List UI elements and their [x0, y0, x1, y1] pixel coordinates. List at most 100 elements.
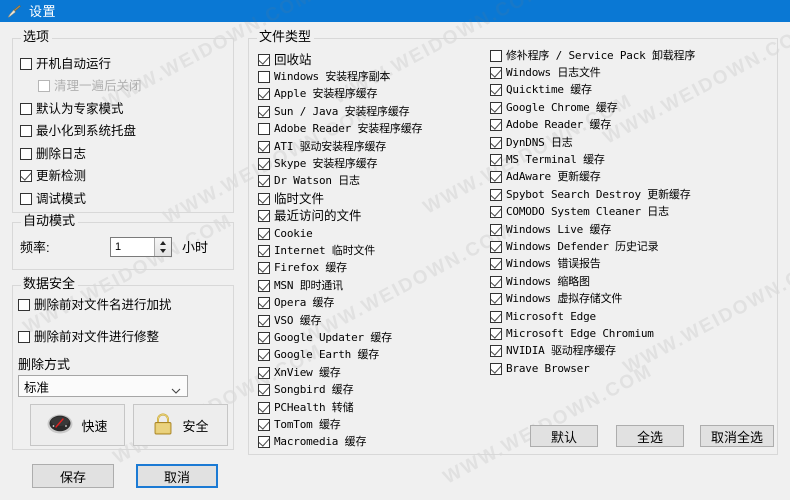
checkbox-item[interactable]: Internet 临时文件 — [258, 243, 375, 258]
checkbox-icon[interactable] — [258, 314, 270, 327]
checkbox-icon[interactable] — [258, 157, 270, 170]
checkbox-icon[interactable] — [20, 125, 32, 137]
checkbox-item[interactable]: 更新检测 — [20, 169, 86, 184]
checkbox-item[interactable]: 最小化到系统托盘 — [20, 124, 136, 139]
checkbox-icon[interactable] — [258, 331, 270, 344]
stepper-arrows[interactable] — [154, 238, 171, 256]
checkbox-item[interactable]: 修补程序 / Service Pack 卸载程序 — [490, 48, 695, 63]
checkbox-item[interactable]: XnView 缓存 — [258, 365, 341, 380]
checkbox-item[interactable]: 清理一遍后关闭 — [38, 79, 142, 94]
checkbox-icon[interactable] — [258, 123, 270, 136]
checkbox-item[interactable]: Windows 安装程序副本 — [258, 69, 390, 84]
checkbox-icon[interactable] — [258, 105, 270, 118]
checkbox-icon[interactable] — [258, 384, 270, 397]
checkbox-icon[interactable] — [20, 147, 32, 160]
checkbox-item[interactable]: Adobe Reader 安装程序缓存 — [258, 122, 422, 137]
checkbox-item[interactable]: Songbird 缓存 — [258, 383, 354, 398]
checkbox-icon[interactable] — [490, 84, 502, 97]
checkbox-item[interactable]: VSO 缓存 — [258, 313, 321, 328]
checkbox-icon[interactable] — [490, 362, 502, 375]
checkbox-item[interactable]: Windows 日志文件 — [490, 65, 601, 80]
checkbox-icon[interactable] — [490, 275, 502, 288]
checkbox-icon[interactable] — [258, 140, 270, 153]
checkbox-item[interactable]: Windows Live 缓存 — [490, 222, 611, 237]
checkbox-icon[interactable] — [258, 210, 270, 223]
checkbox-icon[interactable] — [258, 401, 270, 414]
checkbox-icon[interactable] — [490, 293, 502, 306]
checkbox-item[interactable]: 回收站 — [258, 52, 312, 67]
checkbox-item[interactable]: Microsoft Edge — [490, 309, 596, 324]
checkbox-icon[interactable] — [258, 227, 270, 240]
checkbox-item[interactable]: Windows 错误报告 — [490, 257, 601, 272]
checkbox-icon[interactable] — [490, 310, 502, 323]
cancel-button[interactable]: 取消 — [136, 464, 218, 488]
checkbox-icon[interactable] — [490, 136, 502, 149]
checkbox-item[interactable]: ATI 驱动安装程序缓存 — [258, 139, 386, 154]
checkbox-icon[interactable] — [258, 297, 270, 310]
checkbox-item[interactable]: Adobe Reader 缓存 — [490, 118, 611, 133]
checkbox-icon[interactable] — [258, 366, 270, 379]
checkbox-icon[interactable] — [18, 298, 30, 311]
checkbox-item[interactable]: 开机自动运行 — [20, 56, 111, 71]
checkbox-icon[interactable] — [490, 240, 502, 253]
frequency-value[interactable]: 1 — [111, 238, 154, 256]
checkbox-icon[interactable] — [258, 279, 270, 292]
checkbox-icon[interactable] — [258, 349, 270, 362]
checkbox-item[interactable]: Microsoft Edge Chromium — [490, 326, 654, 341]
select-all-button[interactable]: 全选 — [616, 425, 684, 447]
checkbox-icon[interactable] — [490, 66, 502, 79]
checkbox-item[interactable]: MS Terminal 缓存 — [490, 152, 605, 167]
checkbox-item[interactable]: 临时文件 — [258, 191, 324, 206]
checkbox-item[interactable]: Windows 缩略图 — [490, 274, 590, 289]
checkbox-item[interactable]: 删除日志 — [20, 146, 86, 161]
checkbox-item[interactable]: Sun / Java 安装程序缓存 — [258, 104, 410, 119]
checkbox-icon[interactable] — [258, 175, 270, 188]
checkbox-item[interactable]: Windows Defender 历史记录 — [490, 239, 659, 254]
defaults-button[interactable]: 默认 — [530, 425, 598, 447]
checkbox-icon[interactable] — [20, 170, 32, 182]
checkbox-icon[interactable] — [490, 188, 502, 201]
checkbox-icon[interactable] — [490, 327, 502, 340]
checkbox-item[interactable]: Spybot Search Destroy 更新缓存 — [490, 187, 691, 202]
checkbox-icon[interactable] — [490, 153, 502, 166]
checkbox-icon[interactable] — [20, 57, 32, 70]
checkbox-item[interactable]: 调试模式 — [20, 191, 86, 206]
delete-method-select[interactable]: 标准 — [18, 375, 188, 397]
checkbox-icon[interactable] — [258, 436, 270, 449]
deselect-all-button[interactable]: 取消全选 — [700, 425, 774, 447]
checkbox-item[interactable]: Apple 安装程序缓存 — [258, 87, 378, 102]
checkbox-item[interactable]: Quicktime 缓存 — [490, 83, 592, 98]
checkbox-icon[interactable] — [490, 345, 502, 358]
quick-mode-button[interactable]: 快速 — [30, 404, 125, 446]
checkbox-icon[interactable] — [490, 206, 502, 219]
checkbox-icon[interactable] — [490, 101, 502, 114]
checkbox-item[interactable]: Dr Watson 日志 — [258, 174, 360, 189]
checkbox-icon[interactable] — [258, 244, 270, 257]
checkbox-item[interactable]: Opera 缓存 — [258, 296, 334, 311]
checkbox-icon[interactable] — [38, 80, 50, 92]
save-button[interactable]: 保存 — [32, 464, 114, 488]
checkbox-icon[interactable] — [258, 418, 270, 431]
checkbox-icon[interactable] — [490, 49, 502, 62]
checkbox-item[interactable]: Google Chrome 缓存 — [490, 100, 618, 115]
checkbox-item[interactable]: Cookie — [258, 226, 313, 241]
checkbox-icon[interactable] — [490, 171, 502, 184]
checkbox-icon[interactable] — [258, 88, 270, 101]
checkbox-item[interactable]: PCHealth 转储 — [258, 400, 354, 415]
checkbox-item[interactable]: COMODO System Cleaner 日志 — [490, 205, 669, 220]
checkbox-item[interactable]: Google Earth 缓存 — [258, 348, 379, 363]
checkbox-item[interactable]: Windows 虚拟存储文件 — [490, 292, 622, 307]
checkbox-item[interactable]: TomTom 缓存 — [258, 417, 341, 432]
checkbox-item[interactable]: Skype 安装程序缓存 — [258, 156, 378, 171]
checkbox-item[interactable]: MSN 即时通讯 — [258, 278, 343, 293]
checkbox-item[interactable]: 最近访问的文件 — [258, 209, 362, 224]
checkbox-icon[interactable] — [490, 119, 502, 132]
secure-mode-button[interactable]: 安全 — [133, 404, 228, 446]
checkbox-item[interactable]: NVIDIA 驱动程序缓存 — [490, 344, 616, 359]
checkbox-item[interactable]: Macromedia 缓存 — [258, 435, 366, 450]
frequency-stepper[interactable]: 1 — [110, 237, 172, 257]
checkbox-icon[interactable] — [258, 262, 270, 275]
checkbox-icon[interactable] — [258, 53, 270, 66]
checkbox-item[interactable]: DynDNS 日志 — [490, 135, 573, 150]
checkbox-icon[interactable] — [490, 258, 502, 271]
